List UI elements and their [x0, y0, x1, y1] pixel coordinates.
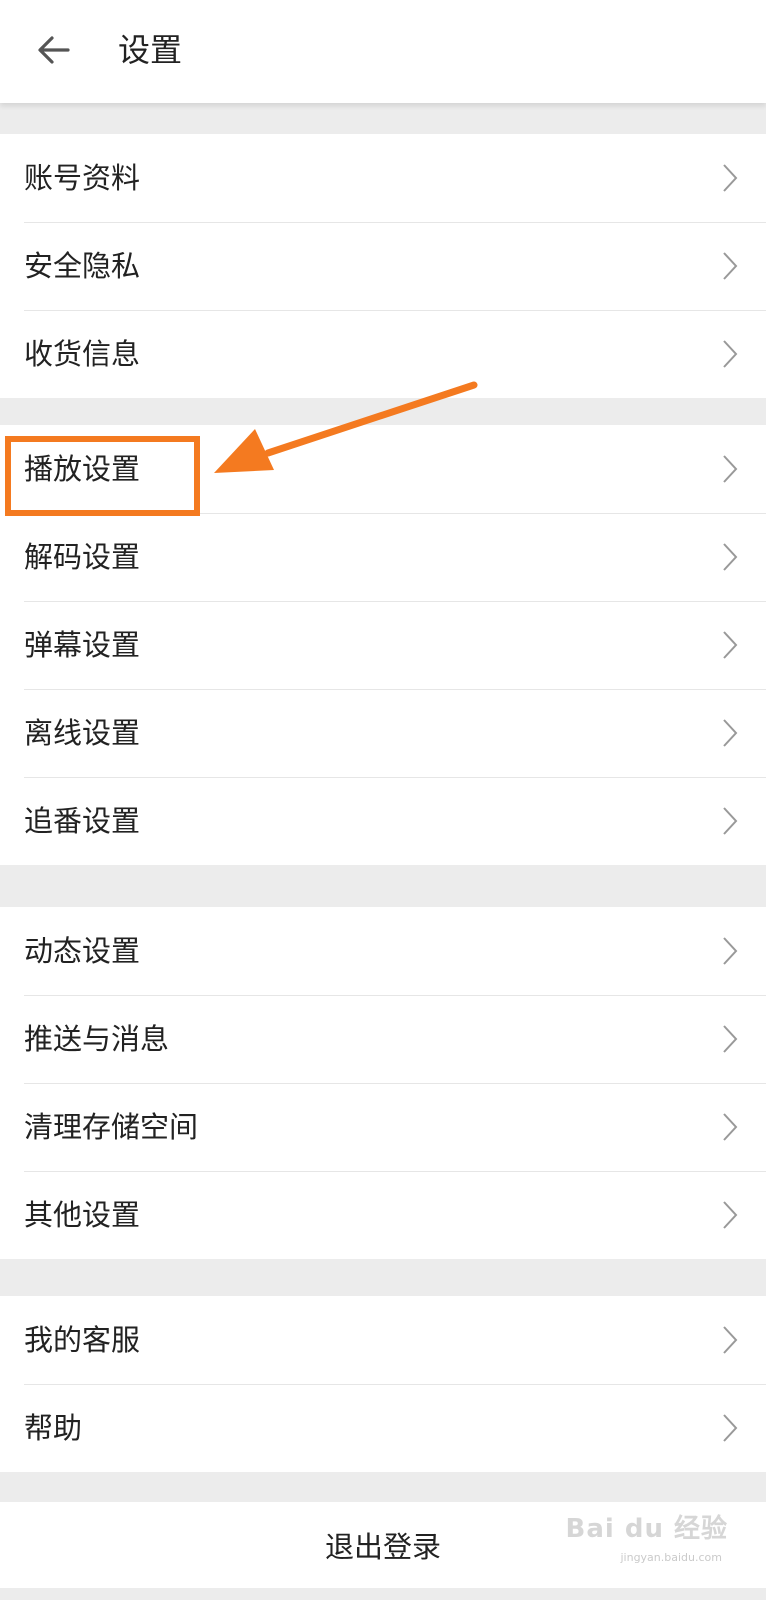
settings-group-support: 我的客服 帮助 [0, 1296, 766, 1472]
settings-item-help[interactable]: 帮助 [0, 1384, 766, 1472]
settings-item-other[interactable]: 其他设置 [0, 1171, 766, 1259]
watermark-url: jingyan.baidu.com [620, 1551, 722, 1564]
settings-item-label: 离线设置 [24, 716, 141, 750]
settings-item-label: 我的客服 [24, 1323, 141, 1357]
settings-item-label: 帮助 [24, 1411, 83, 1445]
settings-item-dynamic[interactable]: 动态设置 [0, 907, 766, 995]
settings-item-label: 其他设置 [24, 1198, 141, 1232]
watermark-logo: Bai du 经验 [565, 1514, 728, 1544]
chevron-right-icon [723, 807, 738, 835]
chevron-right-icon [723, 1201, 738, 1229]
chevron-right-icon [723, 719, 738, 747]
chevron-right-icon [723, 1326, 738, 1354]
chevron-right-icon [723, 1113, 738, 1141]
settings-item-push-messages[interactable]: 推送与消息 [0, 995, 766, 1083]
settings-item-label: 清理存储空间 [24, 1110, 199, 1144]
settings-item-anime-follow[interactable]: 追番设置 [0, 777, 766, 865]
settings-item-offline[interactable]: 离线设置 [0, 689, 766, 777]
chevron-right-icon [723, 1414, 738, 1442]
annotation-arrow-icon [214, 381, 478, 473]
settings-item-label: 推送与消息 [24, 1022, 170, 1056]
chevron-right-icon [723, 1025, 738, 1053]
settings-item-customer-service[interactable]: 我的客服 [0, 1296, 766, 1384]
settings-item-label: 追番设置 [24, 804, 141, 838]
settings-group-general: 动态设置 推送与消息 清理存储空间 其他设置 [0, 907, 766, 1259]
chevron-right-icon [723, 937, 738, 965]
settings-item-label: 动态设置 [24, 934, 141, 968]
settings-item-clear-storage[interactable]: 清理存储空间 [0, 1083, 766, 1171]
